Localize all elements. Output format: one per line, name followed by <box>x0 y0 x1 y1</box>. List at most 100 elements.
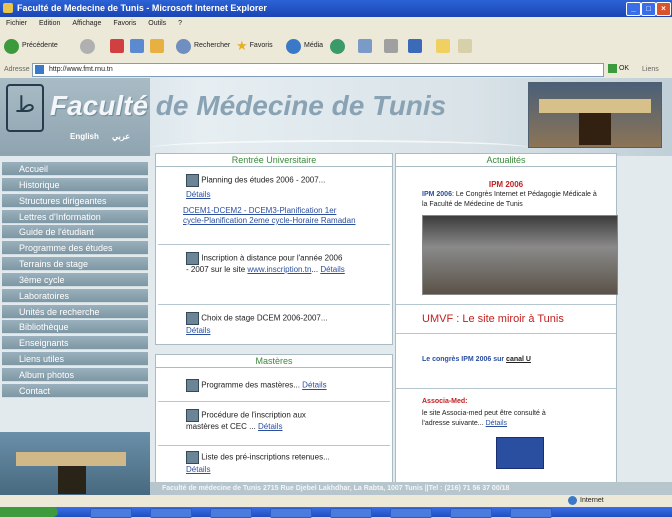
canal-u-link[interactable]: canal U <box>506 356 531 363</box>
address-url: http://www.fmt.rnu.tn <box>48 66 113 73</box>
associa-description: le site Associa-med peut être consulté à… <box>422 410 546 427</box>
media-button[interactable]: Média <box>286 37 323 55</box>
forward-arrow-icon <box>80 38 95 54</box>
nav-programme[interactable]: Programme des études <box>2 241 148 255</box>
ipm-group-photo[interactable] <box>422 215 618 295</box>
home-icon <box>150 39 164 53</box>
menu-edition[interactable]: Edition <box>39 20 60 27</box>
page-icon <box>35 65 44 74</box>
back-button[interactable]: Précédente <box>4 37 58 55</box>
messenger-button[interactable] <box>458 37 475 55</box>
nav-guide[interactable]: Guide de l'étudiant <box>2 225 148 239</box>
programme-details-link[interactable]: Détails <box>302 381 326 390</box>
masteres-item-procedure: Procédure de l'inscription aux mastères … <box>158 403 390 446</box>
masteres-item-liste: Liste des pré-inscriptions retenues... D… <box>186 451 330 474</box>
address-input[interactable]: http://www.fmt.rnu.tn <box>32 63 604 77</box>
procedure-details-link[interactable]: Détails <box>258 422 282 431</box>
refresh-button[interactable] <box>130 37 147 55</box>
nav-3eme-cycle[interactable]: 3ème cycle <box>2 273 148 287</box>
nav-structures[interactable]: Structures dirigeantes <box>2 194 148 208</box>
history-icon <box>330 38 345 54</box>
star-icon: ★ <box>236 38 248 53</box>
ipm-heading: IPM 2006 <box>488 180 524 189</box>
home-button[interactable] <box>150 37 167 55</box>
favorites-button[interactable]: ★ Favoris <box>236 37 273 55</box>
document-icon <box>186 379 199 392</box>
refresh-icon <box>130 39 144 53</box>
nav-liens[interactable]: Liens utiles <box>2 352 148 366</box>
search-button[interactable]: Rechercher <box>176 37 230 55</box>
go-button[interactable]: OK <box>608 63 636 75</box>
inscription-site-link[interactable]: www.inscription.tn <box>247 265 311 274</box>
edit-button[interactable] <box>408 37 425 55</box>
masteres-panel: Mastères Programme des mastères... Détai… <box>155 354 393 484</box>
mail-icon <box>358 39 372 53</box>
search-icon <box>176 38 191 54</box>
menu-affichage[interactable]: Affichage <box>72 20 101 27</box>
menu-outils[interactable]: Outils <box>148 20 166 27</box>
address-label: Adresse <box>4 66 30 73</box>
mail-button[interactable] <box>358 37 375 55</box>
nav-accueil[interactable]: Accueil <box>2 162 148 176</box>
associa-thumbnail[interactable] <box>496 437 544 469</box>
messenger-icon <box>458 39 472 53</box>
address-bar: Adresse http://www.fmt.rnu.tn OK Liens <box>0 61 672 78</box>
nav-unites[interactable]: Unités de recherche <box>2 305 148 319</box>
nav-enseignants[interactable]: Enseignants <box>2 336 148 350</box>
status-zone: Internet <box>580 497 604 504</box>
edit-icon <box>408 39 422 53</box>
inscription-details-link[interactable]: Détails <box>320 265 344 274</box>
windows-taskbar <box>0 507 672 518</box>
menu-fichier[interactable]: Fichier <box>6 20 27 27</box>
window-titlebar[interactable]: Faculté de Medecine de Tunis - Microsoft… <box>0 0 672 17</box>
sidebar-building-photo <box>0 432 150 495</box>
planning-links[interactable]: DCEM1-DCEM2 - DCEM3-Planification 1er cy… <box>183 206 358 226</box>
menu-favoris[interactable]: Favoris <box>113 20 136 27</box>
status-bar: Internet <box>0 495 672 507</box>
forward-button[interactable] <box>80 37 98 55</box>
stage-details-link[interactable]: Détails <box>186 326 210 335</box>
rentree-panel: Rentrée Universitaire Planning des étude… <box>155 153 393 345</box>
window-title: Faculté de Medecine de Tunis - Microsoft… <box>17 3 267 13</box>
nav-historique[interactable]: Historique <box>2 178 148 192</box>
liste-details-link[interactable]: Détails <box>186 465 210 474</box>
maximize-button[interactable]: □ <box>641 2 656 16</box>
page-footer: Faculté de médecine de Tunis 2715 Rue Dj… <box>150 482 672 495</box>
close-button[interactable]: × <box>656 2 671 16</box>
internet-zone-icon <box>568 496 577 505</box>
media-icon <box>286 38 301 54</box>
lang-arabic-link[interactable]: عربي <box>112 132 130 141</box>
print-button[interactable] <box>384 37 401 55</box>
folder-button[interactable] <box>436 37 453 55</box>
rentree-item-planning: Planning des études 2006 - 2007... Détai… <box>158 168 390 245</box>
nav-lettres[interactable]: Lettres d'Information <box>2 210 148 224</box>
page-content: ط English عربي Faculté de Médecine de Tu… <box>0 78 672 495</box>
browser-toolbar: Précédente Rechercher ★ Favoris Média <box>0 31 672 62</box>
document-icon <box>186 409 199 422</box>
document-icon <box>186 252 199 265</box>
lang-english-link[interactable]: English <box>70 132 99 141</box>
congres-text: Le congrès IPM 2006 sur canal U <box>422 356 531 363</box>
start-button[interactable] <box>0 507 58 517</box>
nav-bibliotheque[interactable]: Bibliothèque <box>2 320 148 334</box>
history-button[interactable] <box>330 37 348 55</box>
umvf-block: UMVF : Le site miroir à Tunis <box>396 304 616 334</box>
rentree-title: Rentrée Universitaire <box>156 154 392 167</box>
actualites-panel: Actualités IPM 2006 IPM 2006: Le Congrès… <box>395 153 618 484</box>
nav-album[interactable]: Album photos <box>2 368 148 382</box>
masteres-item-programme: Programme des mastères... Détails <box>158 369 390 402</box>
links-label[interactable]: Liens <box>642 61 659 78</box>
nav-contact[interactable]: Contact <box>2 384 148 398</box>
site-title: Faculté de Médecine de Tunis <box>50 90 447 121</box>
umvf-link[interactable]: UMVF : Le site miroir à Tunis <box>422 313 564 325</box>
stop-icon <box>110 39 124 53</box>
document-icon <box>186 451 199 464</box>
planning-details-link[interactable]: Détails <box>186 190 210 199</box>
associa-details-link[interactable]: Détails <box>486 420 507 427</box>
menu-help[interactable]: ? <box>178 20 182 27</box>
nav-laboratoires[interactable]: Laboratoires <box>2 289 148 303</box>
folder-icon <box>436 39 450 53</box>
nav-terrains[interactable]: Terrains de stage <box>2 257 148 271</box>
stop-button[interactable] <box>110 37 127 55</box>
minimize-button[interactable]: _ <box>626 2 641 16</box>
